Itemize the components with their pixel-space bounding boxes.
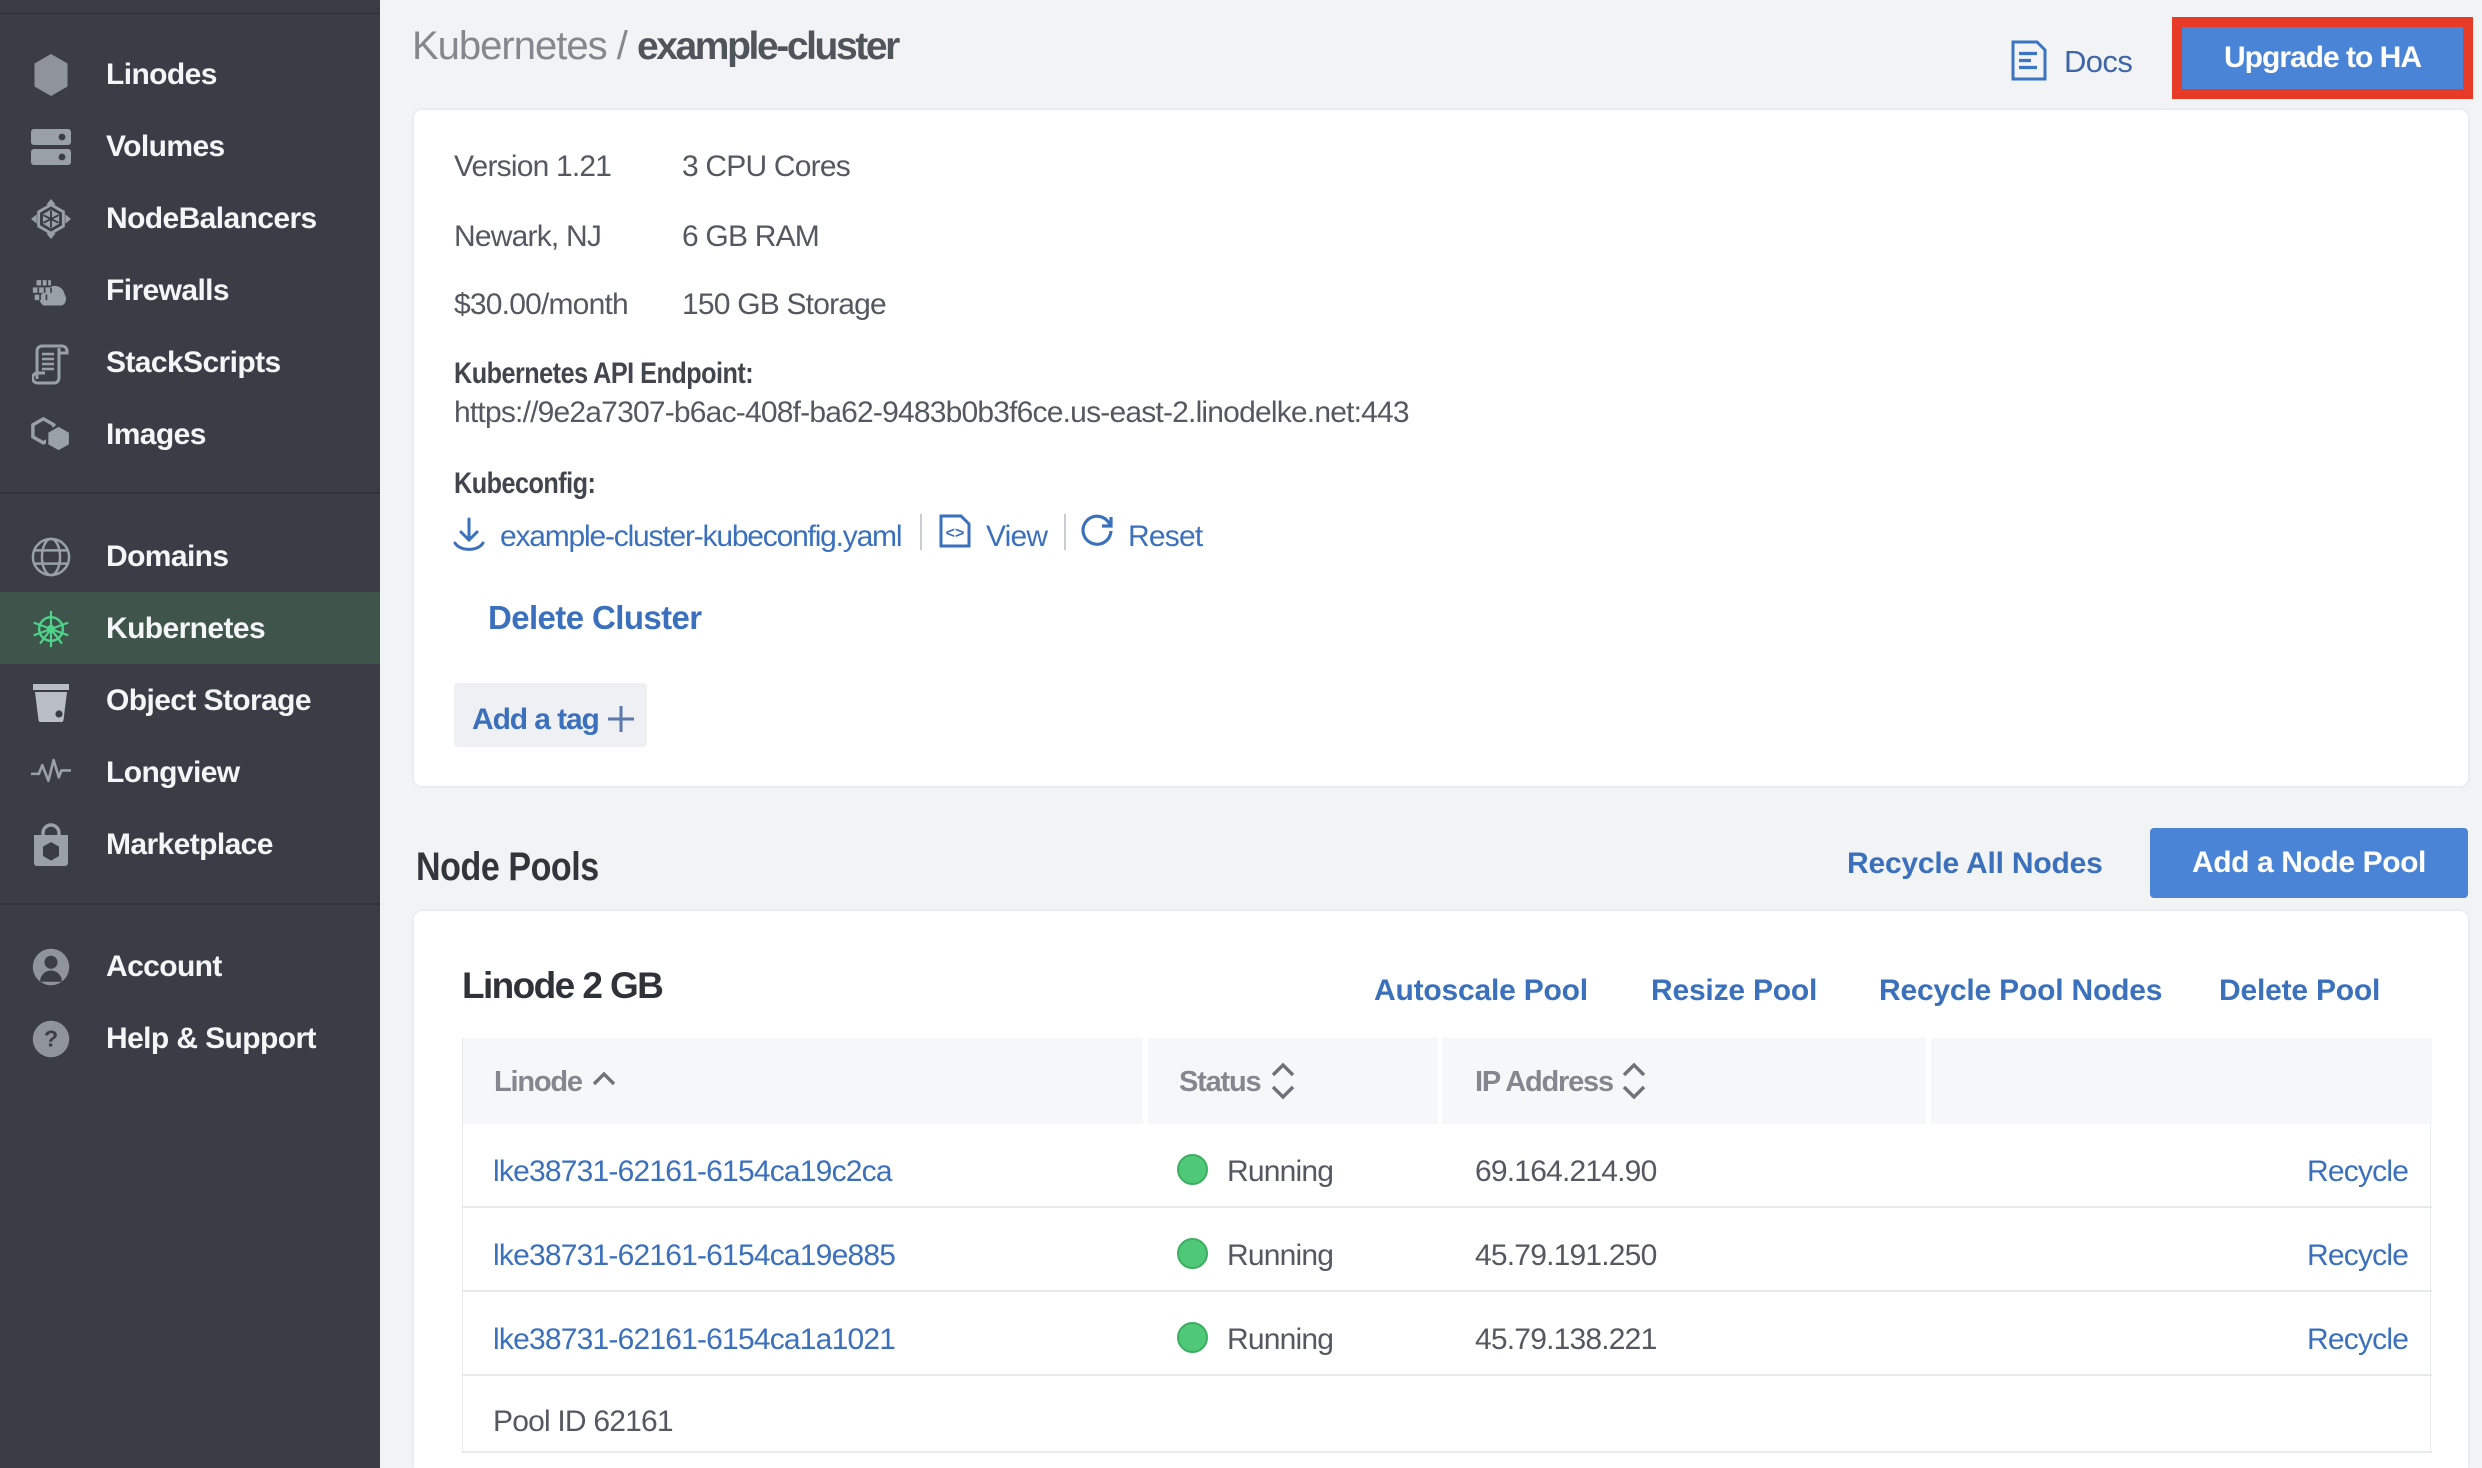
svg-text:<>: <> — [946, 525, 965, 542]
